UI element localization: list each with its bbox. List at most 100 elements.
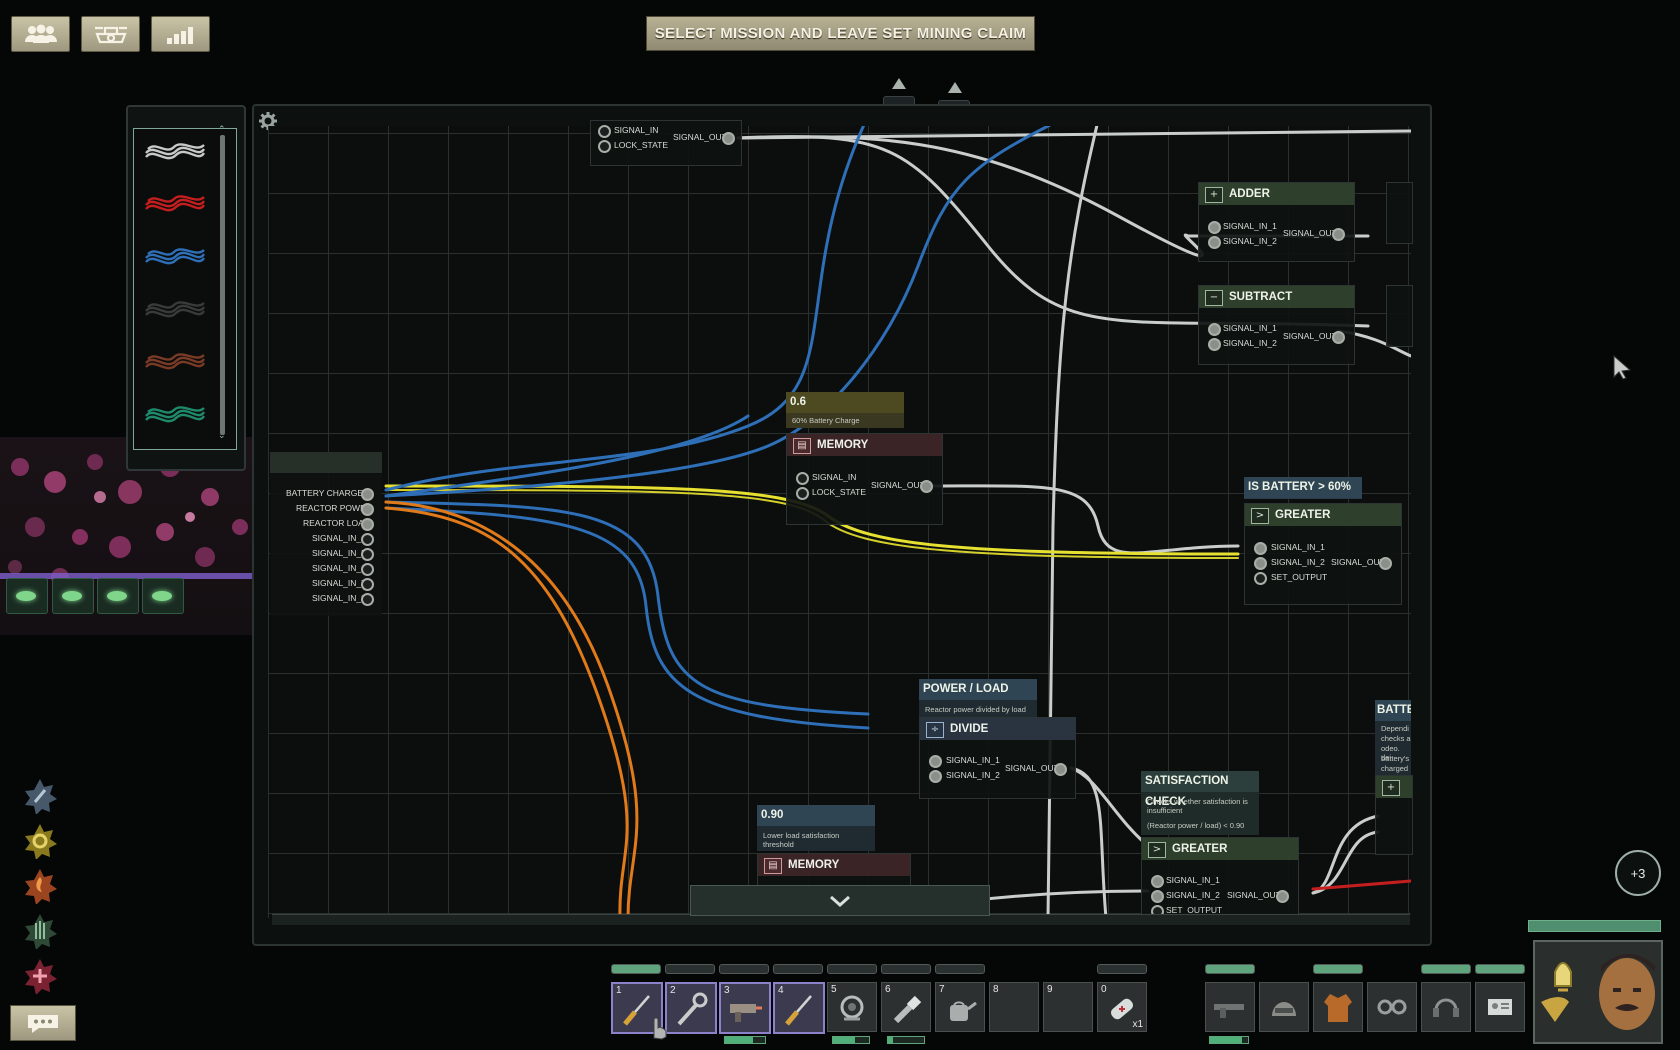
skill-electrical-icon[interactable] [22,868,58,904]
io-connector[interactable] [361,503,374,516]
statistics-button[interactable] [151,16,210,52]
pin-connector[interactable] [1054,763,1067,776]
pin-connector[interactable] [1208,323,1221,336]
hotbar-slot-3[interactable]: 3 [719,982,771,1034]
hotbar-slot-7[interactable]: 7 [935,982,985,1032]
component-title: GREATER [1275,509,1331,521]
hotbar-slot-9[interactable]: 9 [1043,982,1093,1032]
greater-icon: > [1148,842,1166,858]
red-wire-icon[interactable] [142,191,208,217]
divide-label[interactable]: POWER / LOAD Reactor power divided by lo… [919,679,1037,717]
up-arrow-icon[interactable] [892,78,906,89]
character-portrait[interactable] [1533,940,1663,1044]
greater1-label[interactable]: IS BATTERY > 60% [1244,477,1362,499]
notification-count[interactable]: +3 [1615,850,1661,896]
io-connector[interactable] [361,488,374,501]
memory-icon: ▤ [793,438,811,454]
submarine-button[interactable] [81,16,140,52]
pin-connector[interactable] [1332,331,1345,344]
palette-scrollbar[interactable] [220,135,225,435]
green-wire-icon[interactable] [142,402,208,428]
equip-slot-id[interactable] [1475,982,1525,1032]
pin-connector[interactable] [920,480,933,493]
mouse-cursor-icon [1613,354,1632,380]
pin-connector[interactable] [929,755,942,768]
equip-slot-outer[interactable] [1313,982,1363,1032]
pin-connector[interactable] [929,770,942,783]
pin-connector[interactable] [1151,890,1164,903]
equip-slot-ears[interactable] [1421,982,1471,1032]
pin-label: SIGNAL_IN_2 [1271,557,1325,567]
goggles-icon [1377,999,1407,1015]
greater1-component[interactable]: GREATER > [1244,503,1402,605]
equip-indicator [1313,964,1363,974]
io-connector[interactable] [361,593,374,606]
equip-slot-eyes[interactable] [1367,982,1417,1032]
pin-connector[interactable] [1208,221,1221,234]
io-connector[interactable] [361,578,374,591]
io-connector[interactable] [361,533,374,546]
hotbar-slot-8[interactable]: 8 [989,982,1039,1032]
welding-tool-icon [730,1004,762,1022]
scroll-down-icon[interactable]: ⌄ [218,431,226,441]
black-wire-icon[interactable] [142,297,208,323]
durability-bar [1209,1036,1249,1044]
component-partial[interactable] [1386,182,1413,244]
hotbar-slot-2[interactable]: 2 [665,982,717,1034]
label-description: 60% Battery Charge [792,416,860,425]
pin-label: SIGNAL_IN_1 [1223,323,1277,333]
crew-button[interactable] [11,16,70,52]
pin-connector[interactable] [1208,236,1221,249]
chat-button[interactable] [10,1005,76,1041]
hotbar-slot-4[interactable]: 4 [773,982,825,1034]
pin-connector[interactable] [1254,542,1267,555]
collapse-button[interactable] [690,885,990,916]
memory1-component[interactable]: MEMORY ▤ [786,433,943,525]
pin-connector[interactable] [796,472,809,485]
character-face-icon [1535,942,1661,1042]
scroll-up-icon[interactable]: ⌃ [218,125,226,135]
label-description: (Reactor power / load) < 0.90 [1147,821,1245,830]
io-connector[interactable] [361,563,374,576]
hotbar-slot-0[interactable]: 0 x1 [1097,982,1147,1032]
equip-slot-weapon[interactable] [1205,982,1255,1032]
hotbar-slot-6[interactable]: 6 [881,982,931,1032]
pin-connector[interactable] [1276,890,1289,903]
io-connector[interactable] [361,518,374,531]
pin-connector[interactable] [598,125,611,138]
memory1-label[interactable]: 0.6 60% Battery Charge [786,392,904,428]
hotbar-slot-5[interactable]: 5 [827,982,877,1032]
up-arrow-icon[interactable] [948,82,962,93]
plus-icon: + [1382,780,1400,796]
component-partial[interactable] [1386,285,1413,347]
pin-connector[interactable] [1254,557,1267,570]
crew-icon [24,24,57,43]
pin-connector[interactable] [1254,572,1267,585]
blue-wire-icon[interactable] [142,244,208,270]
skill-helm-icon[interactable] [22,913,58,949]
slot-indicator [935,964,985,974]
memory2-label[interactable]: 0.90 Lower load satisfaction threshold [757,805,875,851]
brown-wire-icon[interactable] [142,349,208,375]
io-connector[interactable] [361,548,374,561]
skill-mechanical-icon[interactable] [22,823,58,859]
pin-connector[interactable] [722,132,735,145]
pin-connector[interactable] [1208,338,1221,351]
wire-palette: ⌃ ⌄ [133,125,237,450]
pin-connector[interactable] [598,140,611,153]
pin-connector[interactable] [1332,228,1345,241]
skill-medical-icon[interactable] [22,958,58,994]
rifle-icon [1214,1004,1244,1018]
pin-connector[interactable] [796,487,809,500]
adder-component-partial[interactable]: + [1375,775,1413,855]
pin-label: LOCK_STATE [812,487,867,497]
pin-connector[interactable] [1379,557,1392,570]
greater2-label[interactable]: SATISFACTION CHECK Checks whether satisf… [1141,771,1259,835]
flashlight-icon [893,995,922,1024]
pin-connector[interactable] [1151,875,1164,888]
label-description: threshold [763,840,794,849]
skill-weapons-icon[interactable] [22,778,58,814]
objective-banner[interactable]: SELECT MISSION AND LEAVE SET MINING CLAI… [646,16,1035,51]
equip-slot-head[interactable] [1259,982,1309,1032]
gray-wire-icon[interactable] [142,139,208,165]
